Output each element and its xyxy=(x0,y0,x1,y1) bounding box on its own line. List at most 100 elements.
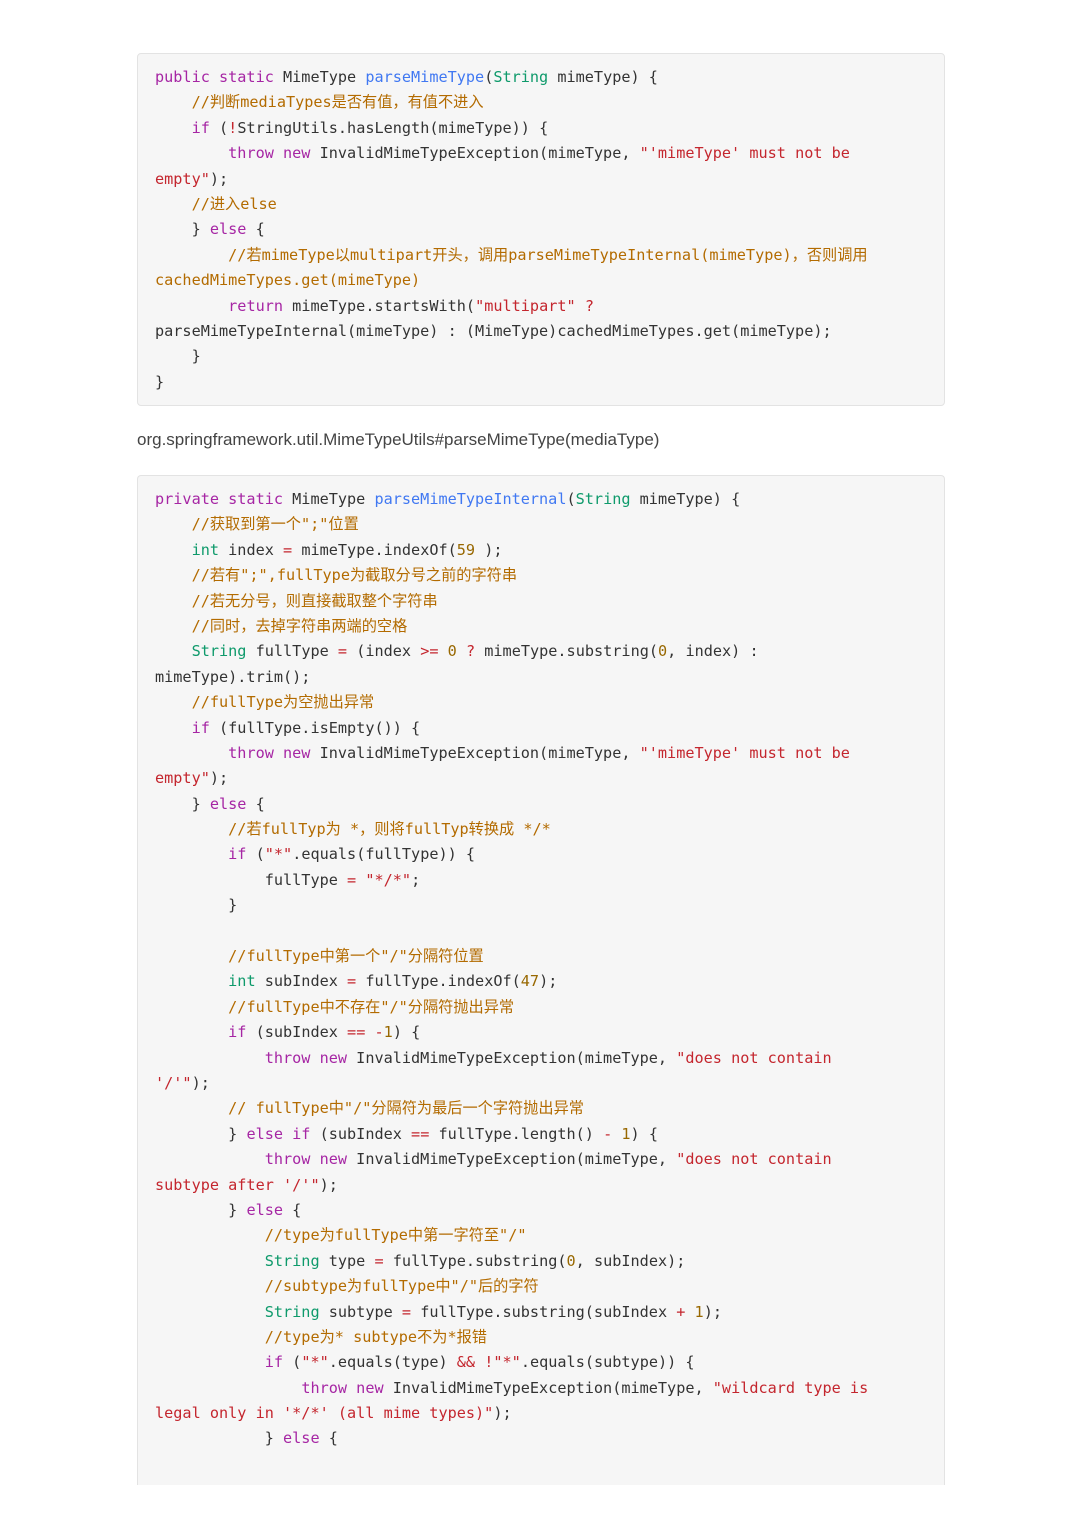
code-token: //subtype为fullType中"/"后的字符 xyxy=(264,1277,539,1296)
code-line: //进入else xyxy=(155,192,927,217)
code-token: = xyxy=(401,1302,412,1321)
code-token: == xyxy=(411,1124,430,1143)
code-token: } xyxy=(155,1429,284,1448)
code-token: String xyxy=(493,68,549,86)
code-token: , subIndex); xyxy=(575,1251,686,1270)
code-line: // fullType中"/"分隔符为最后一个字符抛出异常 xyxy=(155,1096,927,1121)
code-token: fullType.substring( xyxy=(383,1251,567,1270)
code-line: private static MimeType parseMimeTypeInt… xyxy=(155,487,927,512)
code-token: .equals(fullType)) { xyxy=(292,845,476,864)
code-token: fullType.length() xyxy=(429,1124,604,1143)
code-token: else xyxy=(209,220,247,239)
code-token: (subIndex xyxy=(246,1023,348,1042)
code-block-parse-mime-type-internal: private static MimeType parseMimeTypeInt… xyxy=(137,475,945,1485)
code-line: return mimeType.startsWith("multipart" ? xyxy=(155,294,927,319)
code-token: //type为* subtype不为*报错 xyxy=(264,1327,487,1346)
code-token: .equals(subtype)) { xyxy=(520,1353,695,1372)
code-token: "does not contain xyxy=(676,1150,832,1169)
code-token: = xyxy=(374,1251,384,1270)
code-token: if xyxy=(264,1353,284,1372)
code-token: = xyxy=(337,642,348,661)
code-token: throw new xyxy=(264,1048,348,1067)
code-line: parseMimeTypeInternal(mimeType) : (MimeT… xyxy=(155,319,927,344)
code-block-parse-mime-type: public static MimeType parseMimeType(Str… xyxy=(137,53,945,406)
code-token: //进入else xyxy=(191,194,277,213)
code-token: return xyxy=(228,296,284,315)
code-token: mimeType) { xyxy=(630,490,741,508)
code-token: 1 xyxy=(694,1302,704,1321)
code-line: if ("*".equals(fullType)) { xyxy=(155,842,927,867)
code-token: InvalidMimeTypeException(mimeType, xyxy=(347,1048,677,1067)
code-token: 1 xyxy=(621,1124,631,1143)
code-token: "does not contain xyxy=(676,1048,832,1067)
code-token: index xyxy=(219,540,284,559)
code-line: fullType = "*/*"; xyxy=(155,868,927,893)
code-line: //同时，去掉字符串两端的空格 xyxy=(155,614,927,639)
code-line: //type为fullType中第一字符至"/" xyxy=(155,1223,927,1248)
code-token: throw new xyxy=(264,1150,348,1169)
code-token: //若有";",fullType为截取分号之前的字符串 xyxy=(191,566,518,585)
code-line: } else { xyxy=(155,792,927,817)
code-token: if xyxy=(228,1023,247,1042)
code-line: if (subIndex == -1) { xyxy=(155,1020,927,1045)
code-token: if xyxy=(191,718,210,737)
code-token: String xyxy=(264,1251,320,1270)
code-token: } xyxy=(155,1124,247,1143)
code-token: ( xyxy=(283,1353,302,1372)
code-line: //若无分号，则直接截取整个字符串 xyxy=(155,589,927,614)
code-token: //fullType中不存在"/"分隔符抛出异常 xyxy=(228,997,515,1016)
code-token: (index xyxy=(347,642,421,661)
code-line: } else { xyxy=(155,1198,927,1223)
code-token: fullType xyxy=(155,870,348,889)
code-token: ? xyxy=(465,642,476,661)
code-token: parseMimeTypeInternal xyxy=(374,490,567,508)
code-token: subIndex xyxy=(255,972,348,991)
code-line: String subtype = fullType.substring(subI… xyxy=(155,1300,927,1325)
code-token: ) { xyxy=(630,1124,658,1143)
code-token: } xyxy=(155,794,210,813)
code-token: (fullType.isEmpty()) { xyxy=(209,718,421,737)
code-token: //fullType中第一个"/"分隔符位置 xyxy=(228,947,484,966)
code-token: fullType.indexOf( xyxy=(356,972,521,991)
code-line: if ("*".equals(type) && !"*".equals(subt… xyxy=(155,1350,927,1375)
code-token: MimeType xyxy=(292,490,375,508)
code-line: throw new InvalidMimeTypeException(mimeT… xyxy=(155,741,927,766)
code-token: mimeType.substring( xyxy=(475,642,658,661)
code-token: public static xyxy=(155,68,284,86)
code-token: //若无分号，则直接截取整个字符串 xyxy=(191,591,438,610)
code-token: private static xyxy=(155,490,293,508)
code-token: mimeType) { xyxy=(548,68,658,86)
code-line: legal only in '*/*' (all mime types)"); xyxy=(155,1401,927,1426)
code-line: throw new InvalidMimeTypeException(mimeT… xyxy=(155,1376,927,1401)
code-token: "*" xyxy=(301,1353,329,1372)
code-line: if (!StringUtils.hasLength(mimeType)) { xyxy=(155,116,927,141)
code-token: = xyxy=(283,540,293,559)
code-token: //若fullTyp为 *，则将fullTyp转换成 */* xyxy=(228,820,551,839)
code-token: InvalidMimeTypeException(mimeType, xyxy=(310,743,640,762)
code-token: '/'" xyxy=(155,1073,192,1092)
code-caption: org.springframework.util.MimeTypeUtils#p… xyxy=(137,430,660,449)
code-token: if xyxy=(191,118,210,137)
code-token: cachedMimeTypes.get(mimeType) xyxy=(155,271,421,290)
code-token: parseMimeType xyxy=(365,68,485,86)
